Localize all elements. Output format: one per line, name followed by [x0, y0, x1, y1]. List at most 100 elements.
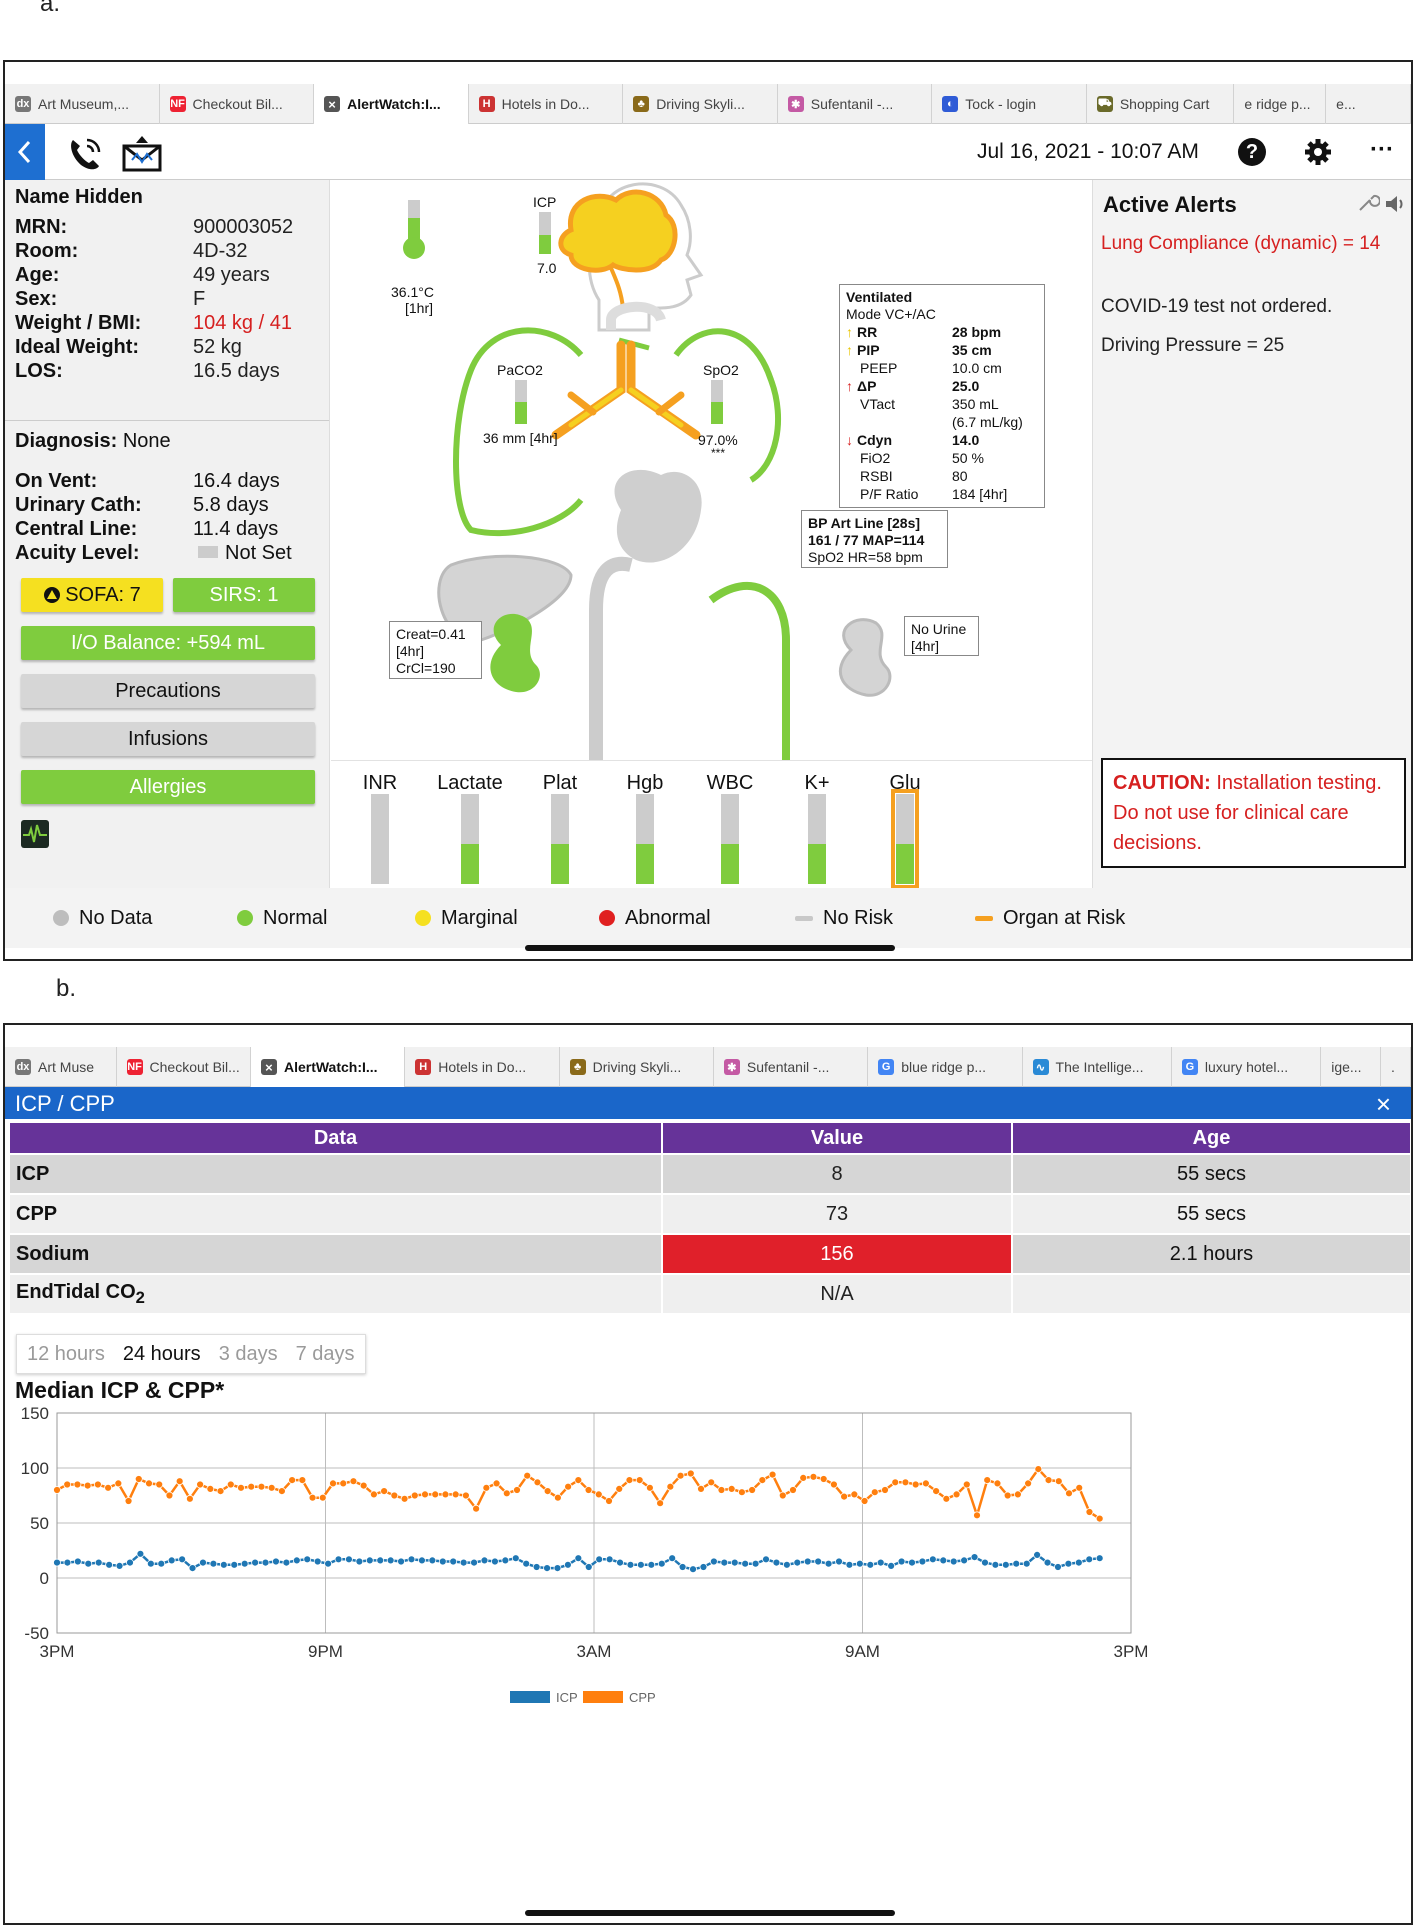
data-point-cpp[interactable] — [789, 1486, 797, 1494]
data-point-cpp[interactable] — [502, 1489, 511, 1498]
data-point-icp[interactable] — [1074, 1558, 1083, 1567]
data-point-cpp[interactable] — [707, 1478, 716, 1487]
data-point-cpp[interactable] — [635, 1476, 644, 1484]
data-point-icp[interactable] — [303, 1555, 312, 1564]
lab-bar[interactable] — [551, 794, 569, 884]
table-row[interactable]: EndTidal CO2 N/A — [8, 1273, 1411, 1315]
data-point-icp[interactable] — [105, 1560, 114, 1569]
browser-tab[interactable]: NF Checkout Bil... — [117, 1047, 251, 1087]
data-point-cpp[interactable] — [63, 1480, 72, 1489]
data-point-icp[interactable] — [63, 1558, 72, 1567]
data-point-icp[interactable] — [824, 1559, 833, 1568]
lab-bar[interactable] — [721, 794, 739, 884]
data-point-icp[interactable] — [292, 1556, 301, 1565]
range-tab[interactable]: 3 days — [219, 1343, 278, 1366]
settings-button[interactable] — [1303, 137, 1333, 167]
data-point-icp[interactable] — [595, 1555, 604, 1564]
data-point-cpp[interactable] — [369, 1490, 378, 1499]
data-point-cpp[interactable] — [737, 1488, 746, 1497]
lab-bar[interactable] — [636, 794, 654, 884]
data-point-cpp[interactable] — [881, 1486, 889, 1494]
browser-tab[interactable]: ♣ Driving Skyli... — [560, 1047, 714, 1087]
range-tab[interactable]: 12 hours — [27, 1343, 105, 1366]
data-point-icp[interactable] — [334, 1555, 343, 1564]
data-point-cpp[interactable] — [523, 1471, 532, 1480]
data-point-icp[interactable] — [199, 1558, 207, 1567]
data-point-cpp[interactable] — [727, 1485, 736, 1493]
alert-settings-button[interactable] — [1356, 190, 1381, 214]
browser-tab[interactable]: ◐ Tock - login — [932, 84, 1087, 124]
message-button[interactable] — [121, 134, 163, 174]
data-point-cpp[interactable] — [574, 1476, 583, 1484]
data-point-cpp[interactable] — [482, 1483, 491, 1492]
data-point-cpp[interactable] — [932, 1487, 941, 1495]
data-point-icp[interactable] — [532, 1563, 541, 1571]
data-point-cpp[interactable] — [216, 1487, 225, 1495]
browser-tab[interactable]: ige... — [1321, 1047, 1381, 1087]
data-point-cpp[interactable] — [226, 1480, 235, 1489]
browser-tab[interactable]: e ridge p... — [1234, 84, 1327, 124]
data-point-icp[interactable] — [397, 1557, 405, 1566]
data-point-cpp[interactable] — [185, 1494, 194, 1503]
data-point-icp[interactable] — [793, 1558, 802, 1567]
data-point-icp[interactable] — [626, 1560, 635, 1569]
data-point-icp[interactable] — [553, 1564, 562, 1573]
data-point-cpp[interactable] — [676, 1471, 685, 1480]
data-point-cpp[interactable] — [359, 1481, 368, 1490]
data-point-cpp[interactable] — [380, 1487, 389, 1495]
data-point-cpp[interactable] — [1003, 1491, 1012, 1500]
data-point-cpp[interactable] — [615, 1485, 624, 1493]
alert-item[interactable]: Lung Compliance (dynamic) = 14 — [1101, 232, 1401, 256]
data-point-cpp[interactable] — [277, 1487, 286, 1495]
table-row[interactable]: CPP 73 55 secs — [8, 1193, 1411, 1235]
data-point-cpp[interactable] — [799, 1474, 808, 1482]
data-point-cpp[interactable] — [329, 1479, 337, 1488]
data-point-icp[interactable] — [845, 1560, 854, 1569]
data-point-cpp[interactable] — [645, 1483, 654, 1492]
data-point-icp[interactable] — [480, 1556, 489, 1565]
data-point-icp[interactable] — [647, 1560, 656, 1569]
data-point-cpp[interactable] — [492, 1479, 501, 1488]
data-point-icp[interactable] — [449, 1557, 458, 1566]
data-point-cpp[interactable] — [134, 1475, 143, 1483]
data-point-icp[interactable] — [219, 1560, 228, 1569]
data-point-cpp[interactable] — [717, 1486, 726, 1494]
renal-right-box[interactable]: No Urine [4hr] — [904, 616, 979, 656]
browser-tab[interactable]: e... — [1326, 84, 1411, 124]
lab-bar[interactable] — [891, 789, 919, 889]
data-point-cpp[interactable] — [441, 1490, 450, 1499]
data-point-icp[interactable] — [855, 1559, 864, 1568]
alert-item[interactable]: COVID-19 test not ordered. — [1101, 295, 1401, 319]
data-point-cpp[interactable] — [104, 1483, 113, 1492]
data-point-icp[interactable] — [720, 1558, 729, 1567]
browser-tab[interactable]: NF Checkout Bil... — [160, 84, 315, 124]
data-point-icp[interactable] — [376, 1556, 385, 1565]
browser-tab[interactable]: Gluxury hotel... — [1172, 1047, 1322, 1087]
data-point-cpp[interactable] — [983, 1476, 992, 1484]
data-point-icp[interactable] — [428, 1556, 437, 1565]
data-point-cpp[interactable] — [83, 1481, 92, 1490]
data-point-cpp[interactable] — [431, 1490, 440, 1499]
lab-bar[interactable] — [461, 794, 479, 884]
data-point-cpp[interactable] — [124, 1497, 133, 1505]
data-point-cpp[interactable] — [625, 1476, 634, 1484]
data-point-icp[interactable] — [313, 1557, 322, 1566]
data-point-cpp[interactable] — [1065, 1489, 1073, 1498]
data-point-cpp[interactable] — [809, 1472, 818, 1481]
data-point-icp[interactable] — [543, 1564, 551, 1573]
data-point-cpp[interactable] — [819, 1475, 828, 1483]
data-point-icp[interactable] — [501, 1556, 510, 1565]
alert-sound-button[interactable] — [1383, 192, 1409, 216]
data-point-icp[interactable] — [261, 1558, 270, 1567]
data-point-cpp[interactable] — [247, 1482, 256, 1491]
data-point-cpp[interactable] — [1085, 1508, 1094, 1516]
data-point-icp[interactable] — [355, 1557, 364, 1566]
data-point-icp[interactable] — [636, 1560, 645, 1569]
data-point-cpp[interactable] — [697, 1485, 705, 1493]
data-point-icp[interactable] — [730, 1558, 739, 1567]
lab-bar[interactable] — [808, 794, 826, 884]
data-point-icp[interactable] — [616, 1558, 624, 1567]
data-point-cpp[interactable] — [114, 1479, 123, 1488]
phone-call-button[interactable] — [65, 134, 105, 174]
allergies-button[interactable]: Allergies — [21, 770, 315, 804]
